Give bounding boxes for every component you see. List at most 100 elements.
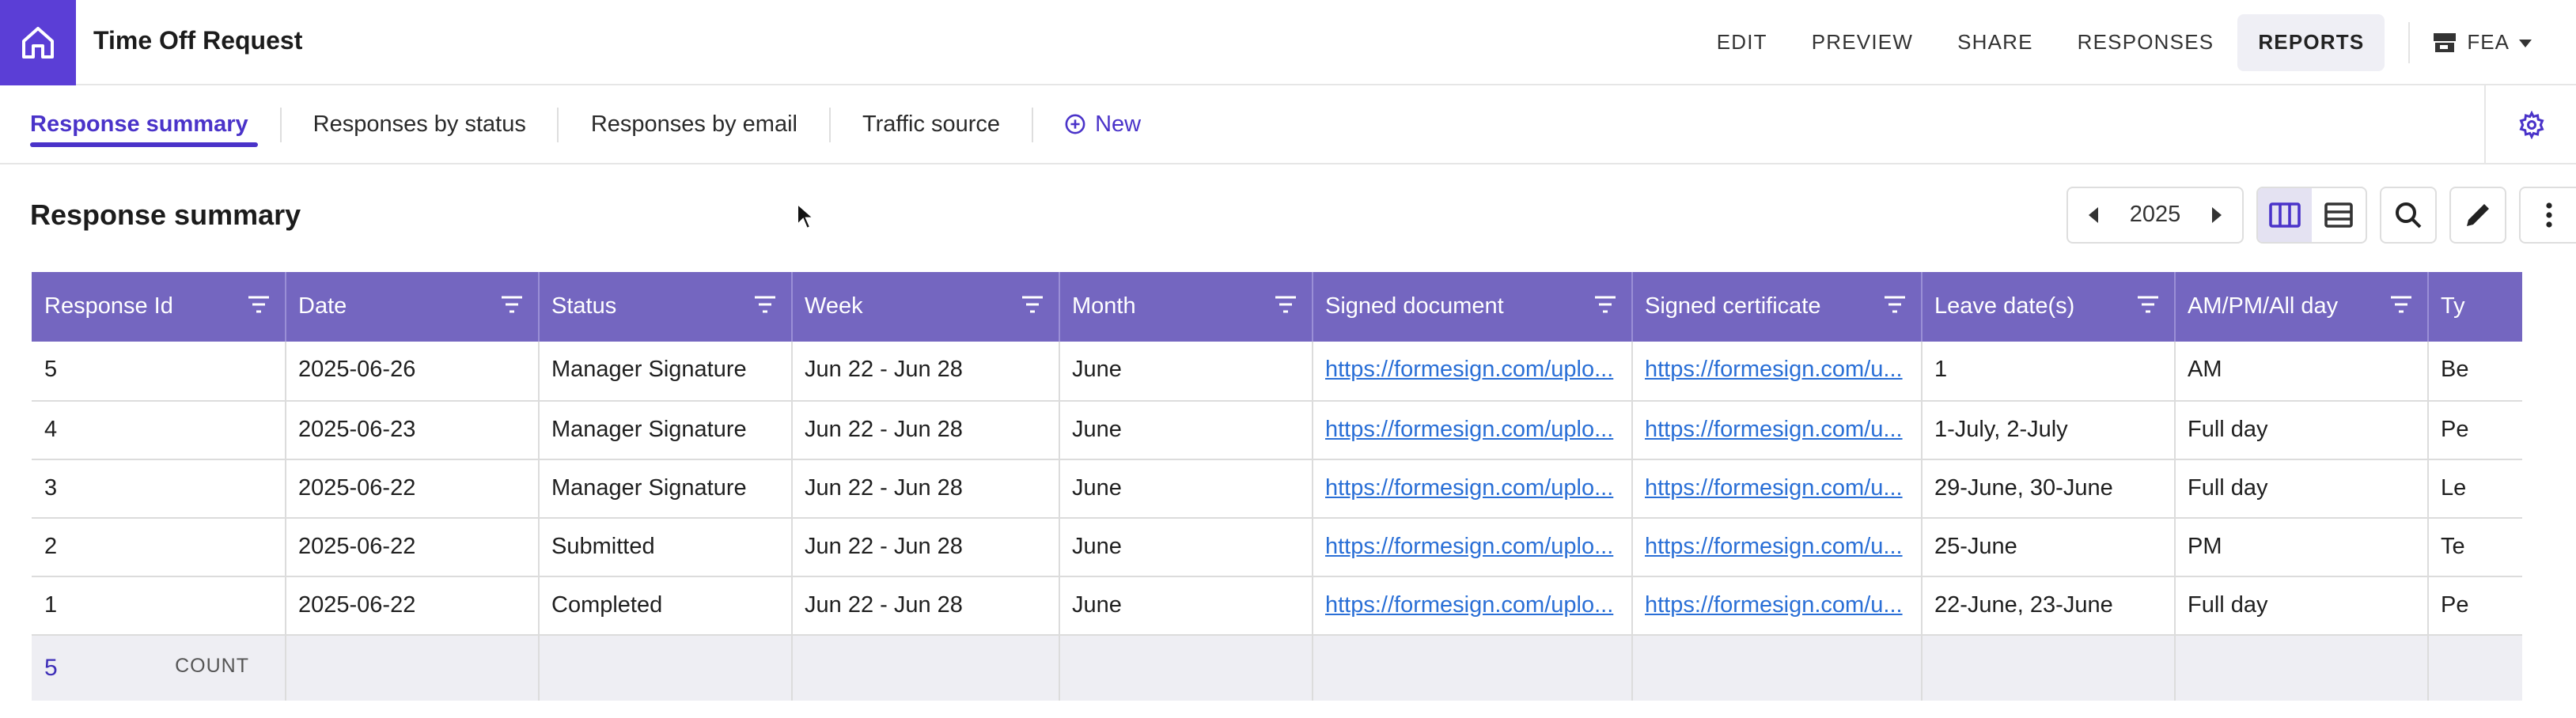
top-nav: EDIT PREVIEW SHARE RESPONSES REPORTS FEA (1695, 0, 2576, 85)
column-header[interactable]: Signed document (1312, 272, 1632, 342)
table-cell: Jun 22 - Jun 28 (791, 517, 1059, 576)
column-header-label: AM/PM/All day (2188, 294, 2339, 319)
footer-cell (285, 634, 539, 701)
table-cell: Pe (2427, 400, 2522, 459)
table-row[interactable]: 4 2025-06-23 Manager Signature Jun 22 - Jun… (32, 400, 2522, 459)
table-body: 5 2025-06-26 Manager Signature Jun 22 - Jun… (32, 342, 2522, 701)
table-cell: Completed (538, 576, 792, 635)
filter-icon[interactable] (1594, 296, 1615, 313)
table-cell: June (1059, 342, 1313, 401)
tab-responses-by-email[interactable]: Responses by email (559, 85, 829, 163)
column-header-label: Month (1072, 294, 1136, 319)
org-label: FEA (2467, 30, 2510, 54)
column-header-label: Status (551, 294, 617, 319)
footer-cell (1312, 634, 1632, 701)
table-row[interactable]: 5 2025-06-26 Manager Signature Jun 22 - Jun… (32, 342, 2522, 401)
column-header[interactable]: AM/PM/All day (2174, 272, 2428, 342)
column-header[interactable]: Status (538, 272, 792, 342)
filter-icon[interactable] (1884, 296, 1904, 313)
table-cell: Manager Signature (538, 400, 792, 459)
footer-cell (1059, 634, 1313, 701)
nav-preview[interactable]: PREVIEW (1791, 13, 1934, 70)
column-header[interactable]: Response Id (32, 272, 286, 342)
report-tabs: Response summary Responses by status Res… (0, 85, 2576, 164)
column-header[interactable]: Week (791, 272, 1059, 342)
columns-icon (2269, 202, 2301, 228)
table-row[interactable]: 2 2025-06-22 Submitted Jun 22 - Jun 28 June h… (32, 517, 2522, 576)
chevron-left-icon[interactable] (2087, 207, 2100, 223)
year-value: 2025 (2129, 202, 2181, 228)
table-cell: AM (2174, 342, 2428, 401)
filter-icon[interactable] (248, 296, 268, 313)
table-cell[interactable]: https://formesign.com/uplo... (1312, 400, 1632, 459)
table-cell: Full day (2174, 576, 2428, 635)
search-button[interactable] (2380, 187, 2437, 244)
nav-reports[interactable]: REPORTS (2237, 13, 2385, 70)
org-switcher[interactable]: FEA (2432, 29, 2532, 55)
view-toggle (2256, 187, 2367, 244)
nav-responses[interactable]: RESPONSES (2057, 13, 2235, 70)
rows-icon (2324, 202, 2353, 228)
mouse-cursor-icon (797, 202, 815, 230)
table-cell: Jun 22 - Jun 28 (791, 342, 1059, 401)
column-header-label: Response Id (44, 294, 173, 319)
table-cell[interactable]: https://formesign.com/u... (1631, 400, 1922, 459)
table-cell: June (1059, 517, 1313, 576)
table-cell: June (1059, 400, 1313, 459)
table-cell: Manager Signature (538, 459, 792, 518)
filter-icon[interactable] (2137, 296, 2157, 313)
table-cell: 25-June (1921, 517, 2175, 576)
top-bar: Time Off Request EDIT PREVIEW SHARE RESP… (0, 0, 2576, 85)
table-cell[interactable]: https://formesign.com/u... (1631, 342, 1922, 401)
table-cell[interactable]: https://formesign.com/uplo... (1312, 459, 1632, 518)
count-cell: 5 COUNT (32, 634, 286, 701)
table-cell[interactable]: https://formesign.com/u... (1631, 517, 1922, 576)
table-cell[interactable]: https://formesign.com/uplo... (1312, 342, 1632, 401)
nav-share[interactable]: SHARE (1937, 13, 2054, 70)
settings-button[interactable] (2484, 85, 2576, 164)
column-header[interactable]: Ty (2427, 272, 2522, 342)
caret-down-icon (2519, 39, 2532, 47)
column-header[interactable]: Date (285, 272, 539, 342)
column-header[interactable]: Signed certificate (1631, 272, 1922, 342)
tab-traffic-source[interactable]: Traffic source (831, 85, 1032, 163)
table-cell[interactable]: https://formesign.com/uplo... (1312, 576, 1632, 635)
table-cell[interactable]: https://formesign.com/uplo... (1312, 517, 1632, 576)
table-header-row: Response Id Date Status Week Month Signe… (32, 272, 2522, 342)
more-options-button[interactable] (2519, 187, 2576, 244)
column-view-button[interactable] (2258, 188, 2312, 242)
response-table: Response Id Date Status Week Month Signe… (32, 272, 2522, 718)
column-header-label: Signed certificate (1645, 294, 1821, 319)
table-cell: 4 (32, 400, 286, 459)
table-cell: 2025-06-23 (285, 400, 539, 459)
report-toolbar: Response summary 2025 (0, 164, 2576, 266)
app-title: Time Off Request (93, 28, 303, 55)
column-header[interactable]: Leave date(s) (1921, 272, 2175, 342)
table-cell: Jun 22 - Jun 28 (791, 576, 1059, 635)
table-cell: June (1059, 459, 1313, 518)
filter-icon[interactable] (754, 296, 775, 313)
table-cell: Jun 22 - Jun 28 (791, 400, 1059, 459)
table-cell[interactable]: https://formesign.com/u... (1631, 576, 1922, 635)
home-button[interactable] (0, 0, 76, 85)
filter-icon[interactable] (1275, 296, 1295, 313)
table-cell: 1-July, 2-July (1921, 400, 2175, 459)
table-row[interactable]: 1 2025-06-22 Completed Jun 22 - Jun 28 June h… (32, 576, 2522, 635)
nav-edit[interactable]: EDIT (1696, 13, 1788, 70)
table-row[interactable]: 3 2025-06-22 Manager Signature Jun 22 - Jun… (32, 459, 2522, 518)
table-cell: Te (2427, 517, 2522, 576)
table-cell: Full day (2174, 400, 2428, 459)
table-cell: 2025-06-26 (285, 342, 539, 401)
column-header[interactable]: Month (1059, 272, 1313, 342)
row-view-button[interactable] (2312, 188, 2366, 242)
nav-divider (2408, 21, 2411, 62)
tab-responses-by-status[interactable]: Responses by status (282, 85, 558, 163)
tab-response-summary[interactable]: Response summary (0, 85, 280, 163)
filter-icon[interactable] (1021, 296, 1042, 313)
edit-button[interactable] (2449, 187, 2506, 244)
filter-icon[interactable] (501, 296, 521, 313)
chevron-right-icon[interactable] (2210, 207, 2223, 223)
table-cell[interactable]: https://formesign.com/u... (1631, 459, 1922, 518)
filter-icon[interactable] (2390, 296, 2411, 313)
new-tab-button[interactable]: New (1033, 85, 1172, 163)
